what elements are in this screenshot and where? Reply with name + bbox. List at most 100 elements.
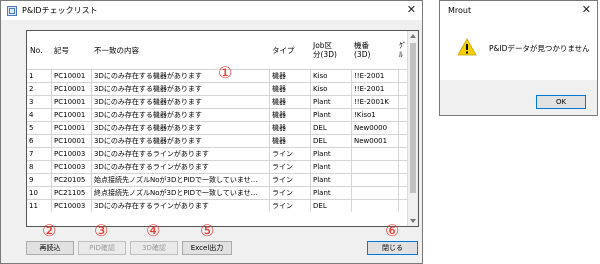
table-row[interactable]: 7 PC10003 3Dにのみ存在するラインがあります ライン Plant [27,147,407,160]
column-header-group[interactable]: ｸﾞ ﾙ [398,31,407,69]
table-header: No. 記号 不一致の内容 タイプ Job区 分(3D) 機番 (3D) ｸﾞ … [27,31,407,69]
cell-job-3d: DEL [310,200,351,212]
cell-group [398,122,407,134]
cell-group [398,70,407,82]
check-3d-button[interactable]: 3D確認 [130,241,178,255]
cell-type: 機器 [269,83,310,95]
table-row[interactable]: 3 PC10001 3Dにのみ存在する機器があります 機器 Plant !!E-2001K [27,95,407,108]
cell-type: 機器 [269,122,310,134]
cell-tag-3d [351,174,398,186]
results-table[interactable]: No. 記号 不一致の内容 タイプ Job区 分(3D) 機番 (3D) ｸﾞ … [26,30,419,227]
cell-tag-3d [351,187,398,199]
pid-check-button[interactable]: PID確認 [78,241,126,255]
reload-button[interactable]: 再読込 [26,241,74,255]
annotation-marker-6: ⑥ [385,221,400,240]
cell-type: ライン [269,161,310,173]
cell-job-3d: Plant [310,187,351,199]
cell-tag-3d: New0001 [351,135,398,147]
message-box-body: P&IDデータが見つかりません [440,20,597,80]
cell-content: 3Dにのみ存在する機器があります [91,96,269,108]
cell-job-3d: Plant [310,148,351,160]
table-row[interactable]: 10 PC21105 終点接続先ノズルNoが3DとPIDで一致していませ… ライン Pl… [27,186,407,199]
cell-no: 11 [29,202,38,210]
table-row[interactable]: 11 PC10003 3Dにのみ存在するラインがあります ライン DEL [27,199,407,212]
table-row[interactable]: 6 PC10001 3Dにのみ存在する機器があります 機器 DEL New0001 [27,134,407,147]
message-box: Mrout ✕ P&IDデータが見つかりません OK [439,0,598,116]
table-row[interactable]: 1 PC10001 3Dにのみ存在する機器があります 機器 Kiso !!E-2001 [27,69,407,82]
message-box-title-bar: Mrout ✕ [440,1,597,20]
cell-no: 6 [29,137,34,145]
table-row[interactable]: 2 PC10001 3Dにのみ存在する機器があります 機器 Kiso !!E-2001 [27,82,407,95]
cell-no: 7 [29,150,34,158]
column-header-no[interactable]: No. [27,31,51,69]
cell-job-3d: DEL [310,135,351,147]
cell-group [398,174,407,186]
message-box-close-icon[interactable]: ✕ [582,3,591,17]
cell-tag-3d: !!E-2001 [351,83,398,95]
close-button[interactable]: 閉じる [367,241,418,255]
cell-job-3d: Kiso [310,70,351,82]
cell-job-3d: Plant [310,161,351,173]
cell-group [398,161,407,173]
cell-job-3d: Plant [310,174,351,186]
cell-code: PC21105 [51,187,91,199]
cell-code: PC10001 [51,96,91,108]
cell-tag-3d [351,200,398,212]
cell-content: 3Dにのみ存在する機器があります [91,122,269,134]
cell-group [398,135,407,147]
annotation-marker-3: ③ [94,221,109,240]
cell-type: ライン [269,187,310,199]
column-header-job-3d[interactable]: Job区 分(3D) [310,31,351,69]
table-row[interactable]: 9 PC20105 始点接続先ノズルNoが3DとPIDで一致していませ… ライン Pla… [27,173,407,186]
cell-type: 機器 [269,96,310,108]
cell-no: 8 [29,163,34,171]
cell-no: 3 [29,98,34,106]
cell-no: 10 [29,189,38,197]
table-row[interactable]: 8 PC10003 3Dにのみ存在するラインがあります ライン Plant [27,160,407,173]
cell-code: PC10001 [51,70,91,82]
app-icon [7,5,17,16]
annotation-marker-2: ② [42,221,57,240]
column-header-type[interactable]: タイプ [269,31,310,69]
message-box-footer: OK [440,80,597,115]
table-row[interactable]: 5 PC10001 3Dにのみ存在する機器があります 機器 DEL New0000 [27,121,407,134]
cell-code: PC10003 [51,148,91,160]
cell-no: 2 [29,85,34,93]
close-icon[interactable]: ✕ [407,3,416,17]
annotation-marker-1: ① [218,63,233,82]
table-row[interactable]: 4 PC10001 3Dにのみ存在する機器があります 機器 Plant !Kiso1 [27,108,407,121]
column-header-content[interactable]: 不一致の内容 [91,31,269,69]
cell-content: 3Dにのみ存在する機器があります [91,70,269,82]
annotation-marker-5: ⑤ [200,221,215,240]
cell-group [398,200,407,212]
cell-content: 始点接続先ノズルNoが3DとPIDで一致していませ… [91,174,269,186]
cell-job-3d: DEL [310,122,351,134]
cell-tag-3d [351,161,398,173]
cell-content: 終点接続先ノズルNoが3DとPIDで一致していませ… [91,187,269,199]
cell-code: PC10003 [51,161,91,173]
cell-job-3d: Kiso [310,83,351,95]
ok-button[interactable]: OK [536,95,586,109]
cell-no: 4 [29,111,34,119]
cell-job-3d: Plant [310,96,351,108]
excel-export-button[interactable]: Excel出力 [182,241,232,255]
cell-no: 5 [29,124,34,132]
cell-group [398,187,407,199]
cell-tag-3d [351,148,398,160]
scroll-down-icon[interactable] [410,219,416,223]
cell-job-3d: Plant [310,109,351,121]
cell-content: 3Dにのみ存在するラインがあります [91,200,269,212]
cell-code: PC10001 [51,83,91,95]
column-header-tag-3d[interactable]: 機番 (3D) [351,31,398,69]
cell-content: 3Dにのみ存在するラインがあります [91,161,269,173]
cell-type: 機器 [269,70,310,82]
cell-no: 1 [29,72,34,80]
cell-group [398,109,407,121]
cell-code: PC10001 [51,109,91,121]
scroll-up-icon[interactable] [410,34,416,38]
scroll-thumb[interactable] [410,43,416,193]
column-header-code[interactable]: 記号 [51,31,91,69]
cell-type: 機器 [269,135,310,147]
cell-code: PC10001 [51,135,91,147]
vertical-scrollbar[interactable] [407,31,418,226]
